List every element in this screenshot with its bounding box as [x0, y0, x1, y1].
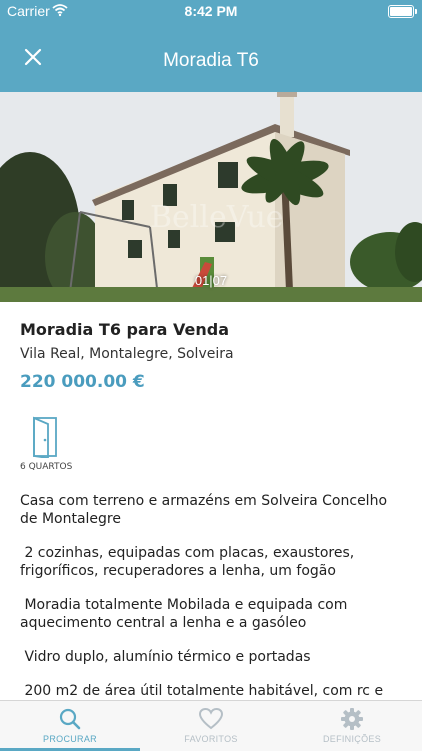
clock: 8:42 PM [184, 3, 238, 19]
description-paragraph: Casa com terreno e armazéns em Solveira … [20, 493, 392, 527]
photo-gallery[interactable]: BelleVue 01|07 [0, 92, 422, 302]
page-title: Moradia T6 [163, 50, 259, 71]
description-paragraph: Vidro duplo, alumínio térmico e portadas [20, 649, 311, 665]
listing-price: 220 000.00 € [20, 372, 145, 392]
battery-icon [388, 5, 417, 18]
door-icon [33, 416, 57, 458]
listing-details: Moradia T6 para Venda Vila Real, Montale… [0, 302, 422, 700]
photo-counter: 01|07 [194, 273, 228, 288]
tab-label: PROCURAR [43, 734, 97, 744]
search-icon [59, 708, 81, 730]
listing-description: Casa com terreno e armazéns em Solveira … [20, 492, 405, 700]
tab-favoritos[interactable]: FAVORITOS [141, 701, 281, 751]
watermark-logo: BelleVue [150, 200, 284, 235]
description-paragraph: 200 m2 de área útil totalmente habitável… [24, 683, 384, 699]
tab-label: FAVORITOS [184, 734, 238, 744]
listing-location: Vila Real, Montalegre, Solveira [20, 346, 234, 362]
rooms-label: 6 QUARTOS [20, 462, 73, 472]
tab-label: DEFINIÇÕES [322, 734, 381, 744]
description-paragraph: Moradia totalmente Mobilada e equipada c… [20, 597, 352, 631]
tab-definicoes[interactable]: DEFINIÇÕES [282, 701, 422, 751]
navigation-bar: Moradia T6 [0, 22, 422, 92]
house-photo [0, 92, 422, 302]
heart-icon [198, 707, 224, 730]
tab-bar: PROCURAR FAVORITOS DEFINIÇÕES [0, 700, 422, 751]
tab-procurar[interactable]: PROCURAR [0, 701, 140, 751]
listing-title: Moradia T6 para Venda [20, 320, 230, 339]
rooms-feature: 6 QUARTOS [20, 416, 80, 472]
description-paragraph: 2 cozinhas, equipadas com placas, exaust… [20, 545, 359, 579]
status-bar: Carrier 8:42 PM [0, 0, 422, 22]
gear-icon [341, 708, 363, 730]
